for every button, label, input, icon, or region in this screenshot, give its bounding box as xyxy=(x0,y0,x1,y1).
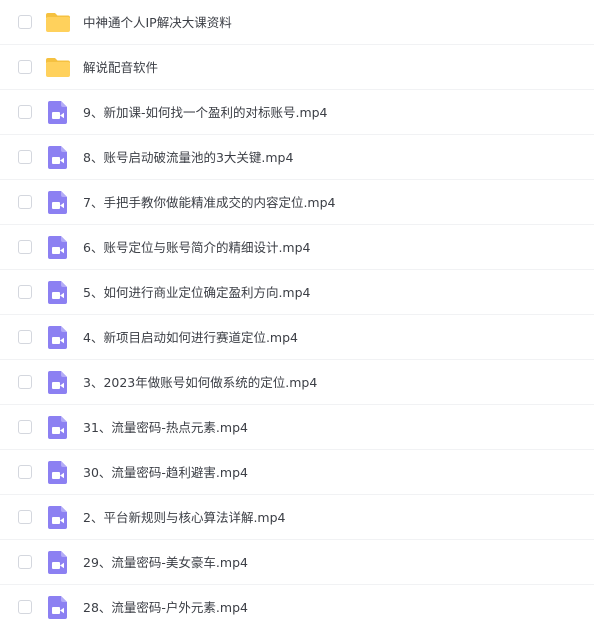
file-name[interactable]: 7、手把手教你做能精准成交的内容定位.mp4 xyxy=(83,180,336,225)
video-file-icon xyxy=(45,414,71,440)
file-row[interactable]: 2、平台新规则与核心算法详解.mp4 xyxy=(0,495,594,540)
folder-icon xyxy=(45,54,71,80)
video-file-icon xyxy=(45,99,71,125)
file-name[interactable]: 2、平台新规则与核心算法详解.mp4 xyxy=(83,495,286,540)
row-checkbox[interactable] xyxy=(18,240,32,254)
video-file-icon xyxy=(45,549,71,575)
file-row[interactable]: 4、新项目启动如何进行赛道定位.mp4 xyxy=(0,315,594,360)
file-name[interactable]: 8、账号启动破流量池的3大关键.mp4 xyxy=(83,135,293,180)
video-file-icon xyxy=(45,324,71,350)
file-row[interactable]: 7、手把手教你做能精准成交的内容定位.mp4 xyxy=(0,180,594,225)
video-file-icon xyxy=(45,504,71,530)
file-name[interactable]: 28、流量密码-户外元素.mp4 xyxy=(83,585,248,628)
row-checkbox[interactable] xyxy=(18,195,32,209)
file-row[interactable]: 29、流量密码-美女豪车.mp4 xyxy=(0,540,594,585)
video-file-icon xyxy=(45,369,71,395)
file-name[interactable]: 9、新加课-如何找一个盈利的对标账号.mp4 xyxy=(83,90,328,135)
row-checkbox[interactable] xyxy=(18,105,32,119)
file-row[interactable]: 5、如何进行商业定位确定盈利方向.mp4 xyxy=(0,270,594,315)
row-checkbox[interactable] xyxy=(18,15,32,29)
video-file-icon xyxy=(45,459,71,485)
file-row[interactable]: 30、流量密码-趋利避害.mp4 xyxy=(0,450,594,495)
video-file-icon xyxy=(45,189,71,215)
file-name[interactable]: 3、2023年做账号如何做系统的定位.mp4 xyxy=(83,360,317,405)
file-row[interactable]: 28、流量密码-户外元素.mp4 xyxy=(0,585,594,628)
row-checkbox[interactable] xyxy=(18,60,32,74)
folder-icon xyxy=(45,9,71,35)
row-checkbox[interactable] xyxy=(18,555,32,569)
folder-row[interactable]: 中神通个人IP解决大课资料 xyxy=(0,0,594,45)
row-checkbox[interactable] xyxy=(18,375,32,389)
file-row[interactable]: 6、账号定位与账号简介的精细设计.mp4 xyxy=(0,225,594,270)
file-name[interactable]: 6、账号定位与账号简介的精细设计.mp4 xyxy=(83,225,311,270)
file-row[interactable]: 8、账号启动破流量池的3大关键.mp4 xyxy=(0,135,594,180)
row-checkbox[interactable] xyxy=(18,420,32,434)
video-file-icon xyxy=(45,594,71,620)
file-row[interactable]: 9、新加课-如何找一个盈利的对标账号.mp4 xyxy=(0,90,594,135)
row-checkbox[interactable] xyxy=(18,285,32,299)
file-name[interactable]: 5、如何进行商业定位确定盈利方向.mp4 xyxy=(83,270,311,315)
video-file-icon xyxy=(45,234,71,260)
file-name[interactable]: 29、流量密码-美女豪车.mp4 xyxy=(83,540,248,585)
file-name[interactable]: 31、流量密码-热点元素.mp4 xyxy=(83,405,248,450)
row-checkbox[interactable] xyxy=(18,150,32,164)
file-row[interactable]: 31、流量密码-热点元素.mp4 xyxy=(0,405,594,450)
row-checkbox[interactable] xyxy=(18,600,32,614)
file-name[interactable]: 中神通个人IP解决大课资料 xyxy=(83,0,232,45)
file-name[interactable]: 解说配音软件 xyxy=(83,45,158,90)
folder-row[interactable]: 解说配音软件 xyxy=(0,45,594,90)
file-row[interactable]: 3、2023年做账号如何做系统的定位.mp4 xyxy=(0,360,594,405)
row-checkbox[interactable] xyxy=(18,465,32,479)
file-name[interactable]: 30、流量密码-趋利避害.mp4 xyxy=(83,450,248,495)
file-name[interactable]: 4、新项目启动如何进行赛道定位.mp4 xyxy=(83,315,298,360)
video-file-icon xyxy=(45,279,71,305)
row-checkbox[interactable] xyxy=(18,510,32,524)
video-file-icon xyxy=(45,144,71,170)
row-checkbox[interactable] xyxy=(18,330,32,344)
file-list: 中神通个人IP解决大课资料 解说配音软件 9、新加课-如何找一个盈利的对标账号.mp… xyxy=(0,0,594,628)
